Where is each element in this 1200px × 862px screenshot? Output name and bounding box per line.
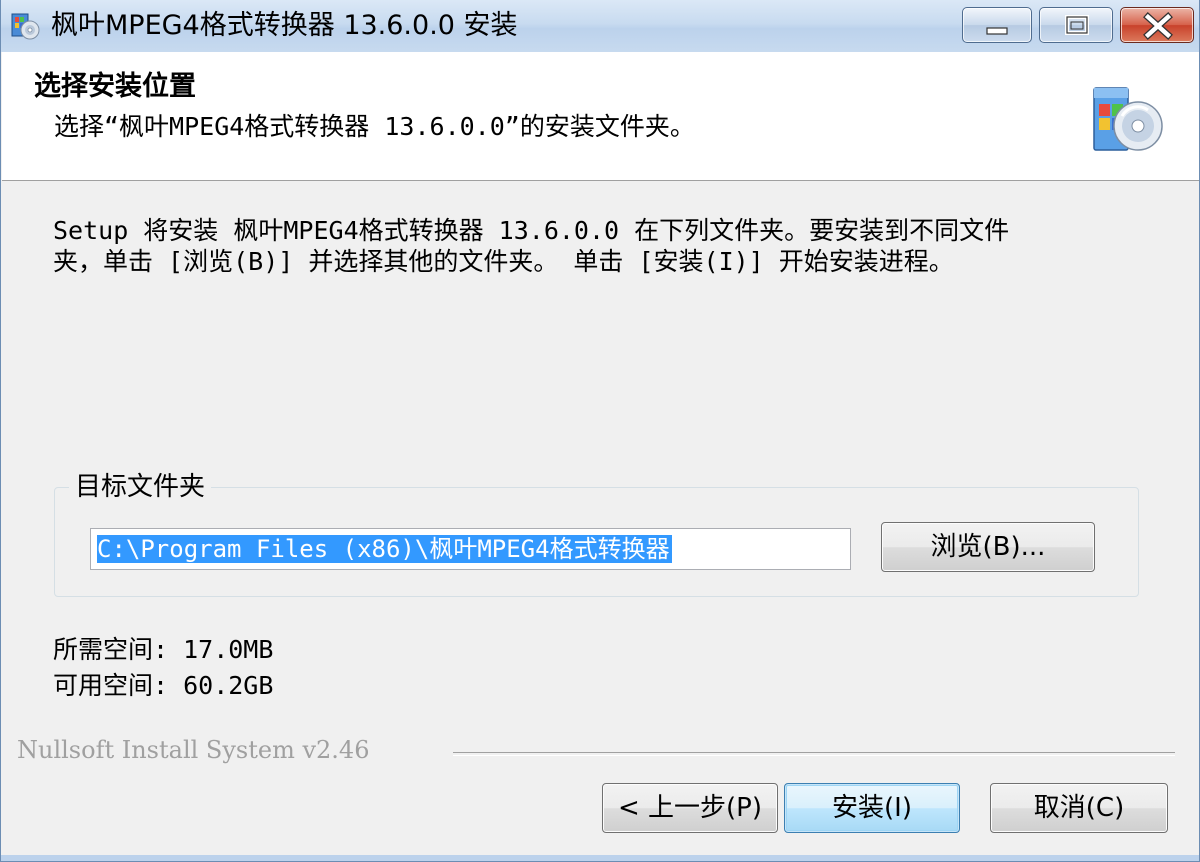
install-button[interactable]: 安装(I) [784, 783, 960, 833]
nsis-branding: Nullsoft Install System v2.46 [17, 736, 370, 764]
minimize-icon [986, 27, 1008, 35]
maximize-button[interactable] [1039, 7, 1113, 43]
destination-path-input[interactable]: C:\Program Files (x86)\枫叶MPEG4格式转换器 [90, 528, 851, 570]
page-header: 选择安装位置 选择“枫叶MPEG4格式转换器 13.6.0.0”的安装文件夹。 [2, 52, 1199, 181]
minimize-button[interactable] [962, 7, 1032, 43]
description-line: 夹，单击 [浏览(B)] 并选择其他的文件夹。 单击 [安装(I)] 开始安装进… [53, 247, 954, 276]
back-button[interactable]: < 上一步(P) [602, 783, 778, 833]
installer-window: 枫叶MPEG4格式转换器 13.6.0.0 安装 选择安装位置 选择“枫叶MPE… [0, 0, 1200, 862]
destination-path-text: C:\Program Files (x86)\枫叶MPEG4格式转换器 [97, 535, 672, 563]
installer-cd-icon [11, 13, 40, 40]
space-available: 可用空间: 60.2GB [53, 671, 274, 700]
space-required: 所需空间: 17.0MB [53, 635, 274, 664]
description-line: Setup 将安装 枫叶MPEG4格式转换器 13.6.0.0 在下列文件夹。要… [53, 216, 1010, 245]
destination-folder-label: 目标文件夹 [69, 470, 212, 504]
installer-package-icon [1093, 87, 1163, 151]
maximize-icon [1065, 15, 1089, 35]
close-button[interactable] [1120, 7, 1194, 43]
footer-divider [453, 752, 1175, 756]
window-frame-bottom [1, 855, 1199, 861]
title-bar[interactable]: 枫叶MPEG4格式转换器 13.6.0.0 安装 [1, 0, 1199, 52]
close-icon [1143, 12, 1173, 40]
window-title: 枫叶MPEG4格式转换器 13.6.0.0 安装 [51, 10, 518, 41]
browse-button[interactable]: 浏览(B)... [881, 522, 1095, 572]
page-title: 选择安装位置 [34, 71, 196, 102]
install-description: Setup 将安装 枫叶MPEG4格式转换器 13.6.0.0 在下列文件夹。要… [53, 215, 1133, 277]
page-subtitle: 选择“枫叶MPEG4格式转换器 13.6.0.0”的安装文件夹。 [54, 112, 695, 141]
cancel-button[interactable]: 取消(C) [990, 783, 1168, 833]
